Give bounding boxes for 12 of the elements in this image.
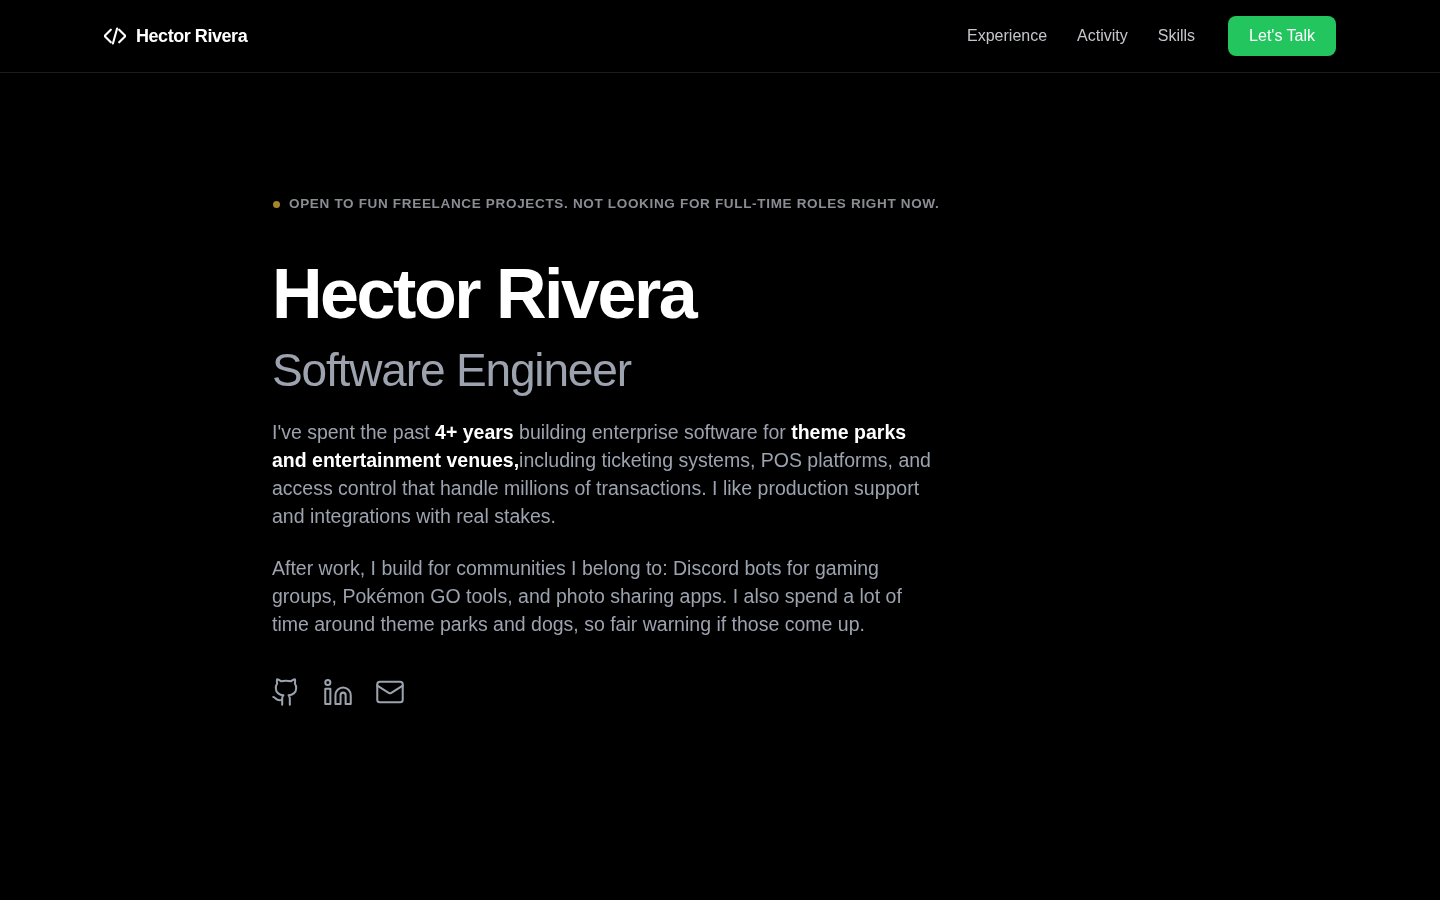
nav-link[interactable]: Skills [1157,24,1196,48]
bio-paragraph: I've spent the past 4+ years building enterprise software for theme parks and entertainment venues,including ticketing systems, POS platforms, and access control that handle millions of transactions. I like production support and integrations with real stakes. [272,420,932,530]
hero-name: Hector Rivera [272,254,698,336]
job-title: Software Engineer [272,343,633,399]
availability-text: OPEN TO FUN FREELANCE PROJECTS. NOT LOOKING FOR FULL-TIME ROLES RIGHT NOW. [289,195,940,213]
bio-paragraph: After work, I build for communities I belong to: Discord bots for gaming groups, Pokémon GO tools, and photo sharing apps. I also spend a lot of time around theme parks and dogs, so fair warning if those come up. [272,556,903,638]
github-icon[interactable] [272,678,300,707]
nav-link[interactable]: Activity [1077,24,1128,48]
linkedin-icon[interactable] [324,678,352,707]
logo-link[interactable]: Hector Rivera [104,22,248,50]
code-icon [104,27,126,45]
nav-link[interactable]: Experience [967,24,1048,48]
